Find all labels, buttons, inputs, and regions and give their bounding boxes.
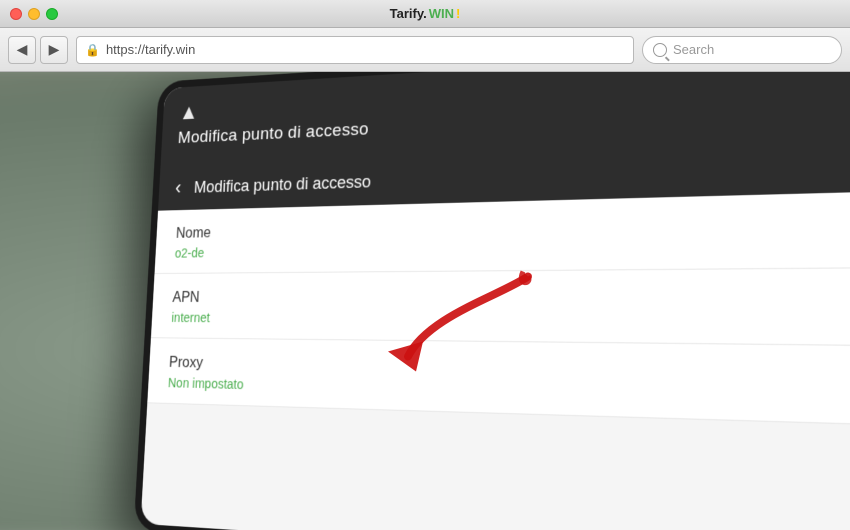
phone-screen: ▲ Modifica punto di accesso ‹ Modifica p… xyxy=(141,72,850,530)
close-button[interactable] xyxy=(10,8,22,20)
setting-proxy[interactable]: Proxy Non impostato xyxy=(147,338,850,427)
minimize-button[interactable] xyxy=(28,8,40,20)
phone-frame: ▲ Modifica punto di accesso ‹ Modifica p… xyxy=(134,72,850,530)
lock-icon: 🔒 xyxy=(85,43,100,57)
search-icon xyxy=(653,43,667,57)
address-bar[interactable]: 🔒 https://tarify.win xyxy=(76,36,634,64)
setting-apn[interactable]: APN internet xyxy=(151,268,850,347)
brand-win: WIN xyxy=(429,6,454,21)
content-area: ▲ Modifica punto di accesso ‹ Modifica p… xyxy=(0,72,850,530)
warning-icon: ▲ xyxy=(179,100,199,126)
setting-apn-value: internet xyxy=(171,310,850,330)
title-bar: Tarify.WIN! xyxy=(0,0,850,28)
url-text: https://tarify.win xyxy=(106,42,195,57)
nav-buttons: ◀ ▶ xyxy=(8,36,68,64)
maximize-button[interactable] xyxy=(46,8,58,20)
traffic-lights xyxy=(10,8,58,20)
back-button[interactable]: ◀ xyxy=(8,36,36,64)
search-placeholder: Search xyxy=(673,42,714,57)
window-title: Tarify.WIN! xyxy=(390,6,461,21)
back-title-text: Modifica punto di accesso xyxy=(194,172,372,197)
brand-name: Tarify. xyxy=(390,6,427,21)
setting-apn-label: APN xyxy=(172,288,850,308)
browser-toolbar: ◀ ▶ 🔒 https://tarify.win Search xyxy=(0,28,850,72)
settings-list: Nome o2-de APN internet Proxy Non impost… xyxy=(147,190,850,427)
search-bar[interactable]: Search xyxy=(642,36,842,64)
back-arrow-icon[interactable]: ‹ xyxy=(175,176,182,199)
brand-exclaim: ! xyxy=(456,6,460,21)
forward-button[interactable]: ▶ xyxy=(40,36,68,64)
